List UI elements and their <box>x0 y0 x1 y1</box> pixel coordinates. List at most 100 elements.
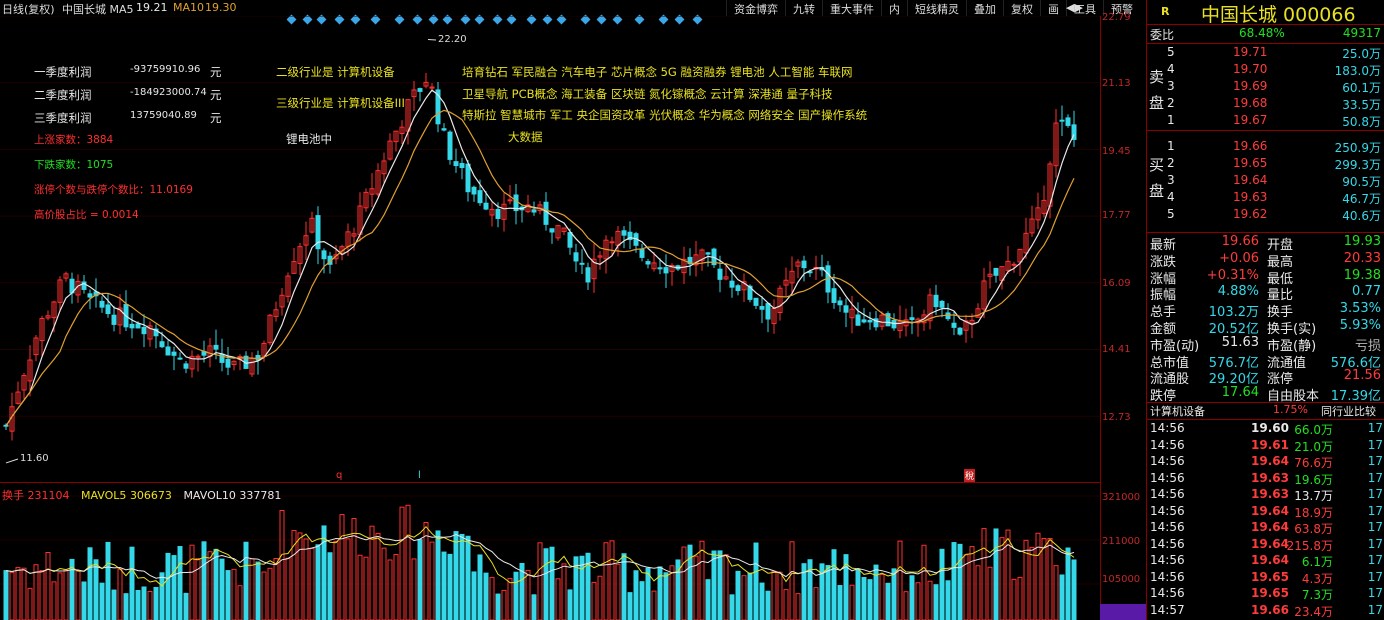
arrows-icon[interactable]: ◀▶ <box>1066 1 1083 14</box>
stat-value: 19.93 <box>1343 234 1381 249</box>
ask-row[interactable]: 5 19.71 25.0万 <box>1147 45 1384 62</box>
toolbar-item[interactable]: 短线精灵 <box>907 0 966 16</box>
candle-body <box>171 351 177 356</box>
ask-level: 3 <box>1167 79 1175 93</box>
toolbar-item[interactable]: 九转 <box>785 0 822 16</box>
industry-compare-link[interactable]: 同行业比较 <box>1321 403 1376 419</box>
trade-count: 17 <box>1367 520 1383 534</box>
volume-label: 换手 <box>2 489 24 502</box>
stat-row: 涨幅 +0.31% 最低 19.38 <box>1147 267 1384 287</box>
bid-row[interactable]: 2 19.65 299.3万 <box>1147 156 1384 173</box>
volume-bar <box>993 528 999 620</box>
candle-body <box>183 363 189 369</box>
bid-price: 19.65 <box>1233 156 1268 170</box>
bid-volume: 46.7万 <box>1342 192 1381 206</box>
volume-bar <box>855 568 861 620</box>
candle-body <box>831 288 837 303</box>
volume-bar <box>1071 559 1077 620</box>
candle-body <box>909 317 915 321</box>
event-marker[interactable]: 稅 <box>964 469 976 482</box>
bid-row[interactable]: 1 19.66 250.9万 <box>1147 139 1384 156</box>
volume-bar <box>1035 532 1041 620</box>
volume-bar <box>1005 529 1011 620</box>
toolbar-item[interactable]: 叠加 <box>966 0 1003 16</box>
trade-row: 14:56 19.64 6.1万 17 <box>1147 553 1384 570</box>
trade-count: 17 <box>1367 503 1383 518</box>
volume-bar <box>789 541 795 620</box>
volume-chart[interactable] <box>0 484 1100 620</box>
toolbar-item[interactable]: 重大事件 <box>822 0 881 16</box>
volume-bar <box>483 572 489 620</box>
volume-bar <box>615 563 621 620</box>
candle-body <box>945 312 951 320</box>
ask-row[interactable]: 3 19.69 60.1万 <box>1147 79 1384 96</box>
volume-bar <box>891 568 897 620</box>
trade-count: 17 <box>1367 454 1383 468</box>
volume-bar <box>153 586 159 620</box>
volume-bar <box>63 569 69 620</box>
trade-row: 14:56 19.65 4.3万 17 <box>1147 570 1384 587</box>
volume-bar <box>405 504 411 620</box>
candle-body <box>585 267 591 283</box>
volume-bar <box>9 571 15 620</box>
volume-bar <box>393 554 399 620</box>
volume-bar <box>537 542 543 620</box>
candle-body <box>99 300 105 308</box>
bid-row[interactable]: 3 19.64 90.5万 <box>1147 173 1384 190</box>
chart-divider <box>0 482 1100 483</box>
candle-body <box>891 319 897 329</box>
mavol10-label: MAVOL10 <box>183 489 236 502</box>
candle-body <box>861 319 867 323</box>
toolbar-item[interactable]: 复权 <box>1003 0 1040 16</box>
volume-bar <box>429 541 435 620</box>
volume-bar <box>621 553 627 620</box>
candle-body <box>111 314 117 325</box>
ask-row[interactable]: 1 19.67 50.8万 <box>1147 113 1384 130</box>
volume-bar <box>261 571 267 620</box>
candle-body <box>417 88 423 92</box>
candle-body <box>753 297 759 306</box>
ask-row[interactable]: 2 19.68 33.5万 <box>1147 96 1384 113</box>
ask-level: 4 <box>1167 62 1175 76</box>
trade-row: 14:56 19.65 7.3万 17 <box>1147 586 1384 603</box>
toolbar-item[interactable]: 资金博弈 <box>726 0 785 16</box>
toolbar-item[interactable]: 内 <box>881 0 907 16</box>
stat-row: 流通股 29.20亿 涨停 21.56 <box>1147 368 1384 387</box>
volume-bar <box>111 589 117 620</box>
trade-price: 19.60 <box>1251 421 1289 435</box>
bid-row[interactable]: 5 19.62 40.6万 <box>1147 207 1384 224</box>
candle-body <box>735 285 741 291</box>
candle-body <box>759 306 765 310</box>
volume-bar <box>705 579 711 620</box>
weibi-row: 委比 68.48% 49317 <box>1147 26 1384 43</box>
ma10-line <box>5 109 1075 427</box>
price-tick: 16.09 <box>1102 278 1131 289</box>
volume-bar <box>423 522 429 620</box>
industry-label[interactable]: 计算机设备 <box>1150 403 1205 419</box>
stat-value: 19.38 <box>1343 267 1381 283</box>
candle-body <box>729 280 735 288</box>
date-marker-q: q <box>336 470 343 481</box>
volume-bar <box>699 540 705 620</box>
bid-volume: 40.6万 <box>1342 209 1381 223</box>
toolbar-item[interactable]: 画 <box>1040 0 1066 16</box>
ask-level: 5 <box>1167 45 1175 59</box>
volume-bar <box>915 582 921 620</box>
volume-bar <box>723 554 729 620</box>
stat-row: 最新 19.66 开盘 19.93 <box>1147 234 1384 253</box>
bid-row[interactable]: 4 19.63 46.7万 <box>1147 190 1384 207</box>
profit-unit: 元 <box>210 88 222 102</box>
market-indicator: 高价股占比 = 0.0014 <box>34 209 139 221</box>
ask-row[interactable]: 4 19.70 183.0万 <box>1147 62 1384 79</box>
candle-body <box>87 293 93 298</box>
trade-time: 14:56 <box>1150 470 1185 485</box>
concept-line-1: 培育钻石 军民融合 汽车电子 芯片概念 5G 融资融券 锂电池 人工智能 车联网 <box>462 65 853 79</box>
candle-body <box>471 186 477 195</box>
volume-bar <box>813 587 819 620</box>
stat-value: 51.63 <box>1221 334 1259 350</box>
candle-body <box>549 228 555 233</box>
bid-level: 4 <box>1167 190 1175 204</box>
volume-bar <box>651 590 657 620</box>
volume-bar <box>171 555 177 620</box>
stat-value: 20.33 <box>1343 250 1381 266</box>
